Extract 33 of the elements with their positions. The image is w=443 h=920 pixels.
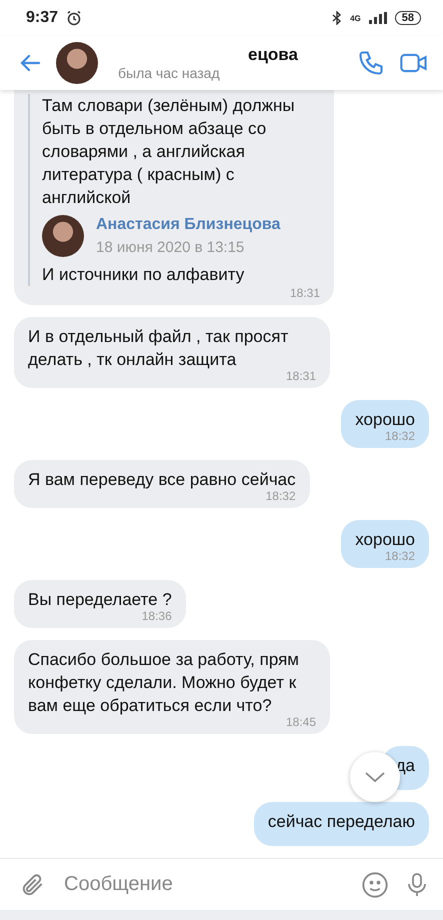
message-text: Спасибо большое за работу, прям конфетку сделали. Можно будет к вам еще обратиться если что?: [28, 649, 300, 717]
message-text: Там словари (зелёным) должны быть в отдельном абзаце со словарями , а английская литература ( красным) с английской: [42, 95, 296, 209]
avatar[interactable]: [56, 42, 98, 84]
message-text: хорошо: [355, 529, 415, 551]
message-time: 18:32: [384, 549, 415, 563]
message-text: И источники по алфавиту: [42, 264, 246, 286]
alarm-icon: [66, 10, 82, 26]
message-text: И в отдельный файл , так просят делать , тк онлайн защита: [28, 326, 290, 371]
microphone-button[interactable]: [405, 870, 429, 898]
emoji-button[interactable]: [361, 870, 389, 898]
message-text: Вы переделаете ?: [28, 589, 172, 611]
message-time: 18:32: [384, 429, 415, 443]
last-seen-status: была час назад: [118, 65, 221, 81]
message-date: 18 июня 2020 в 13:15: [96, 238, 246, 258]
message-time: 18:45: [286, 715, 316, 729]
message-field[interactable]: Сообщение: [62, 872, 345, 897]
clock: 9:37: [26, 9, 58, 27]
bluetooth-icon: [332, 11, 342, 25]
message-time: 18:31: [290, 286, 320, 300]
contact-name[interactable]: ецова: [118, 45, 343, 65]
message-text: хорошо: [355, 409, 415, 431]
message-text: Я вам переведу все равно сейчас: [28, 469, 296, 491]
message-time: 18:36: [142, 609, 172, 623]
avatar: [42, 215, 84, 257]
battery-indicator: 58: [394, 11, 421, 25]
call-button[interactable]: [357, 49, 385, 77]
message-time: 18:32: [266, 489, 296, 503]
network-label: 4G: [350, 14, 361, 22]
message-text: сейчас переделаю: [268, 811, 415, 833]
signal-icon: [368, 12, 387, 24]
author-name: Анастасия Близнецова: [96, 215, 280, 235]
message-time: 18:31: [286, 369, 316, 383]
chevron-down-icon: [364, 771, 386, 783]
